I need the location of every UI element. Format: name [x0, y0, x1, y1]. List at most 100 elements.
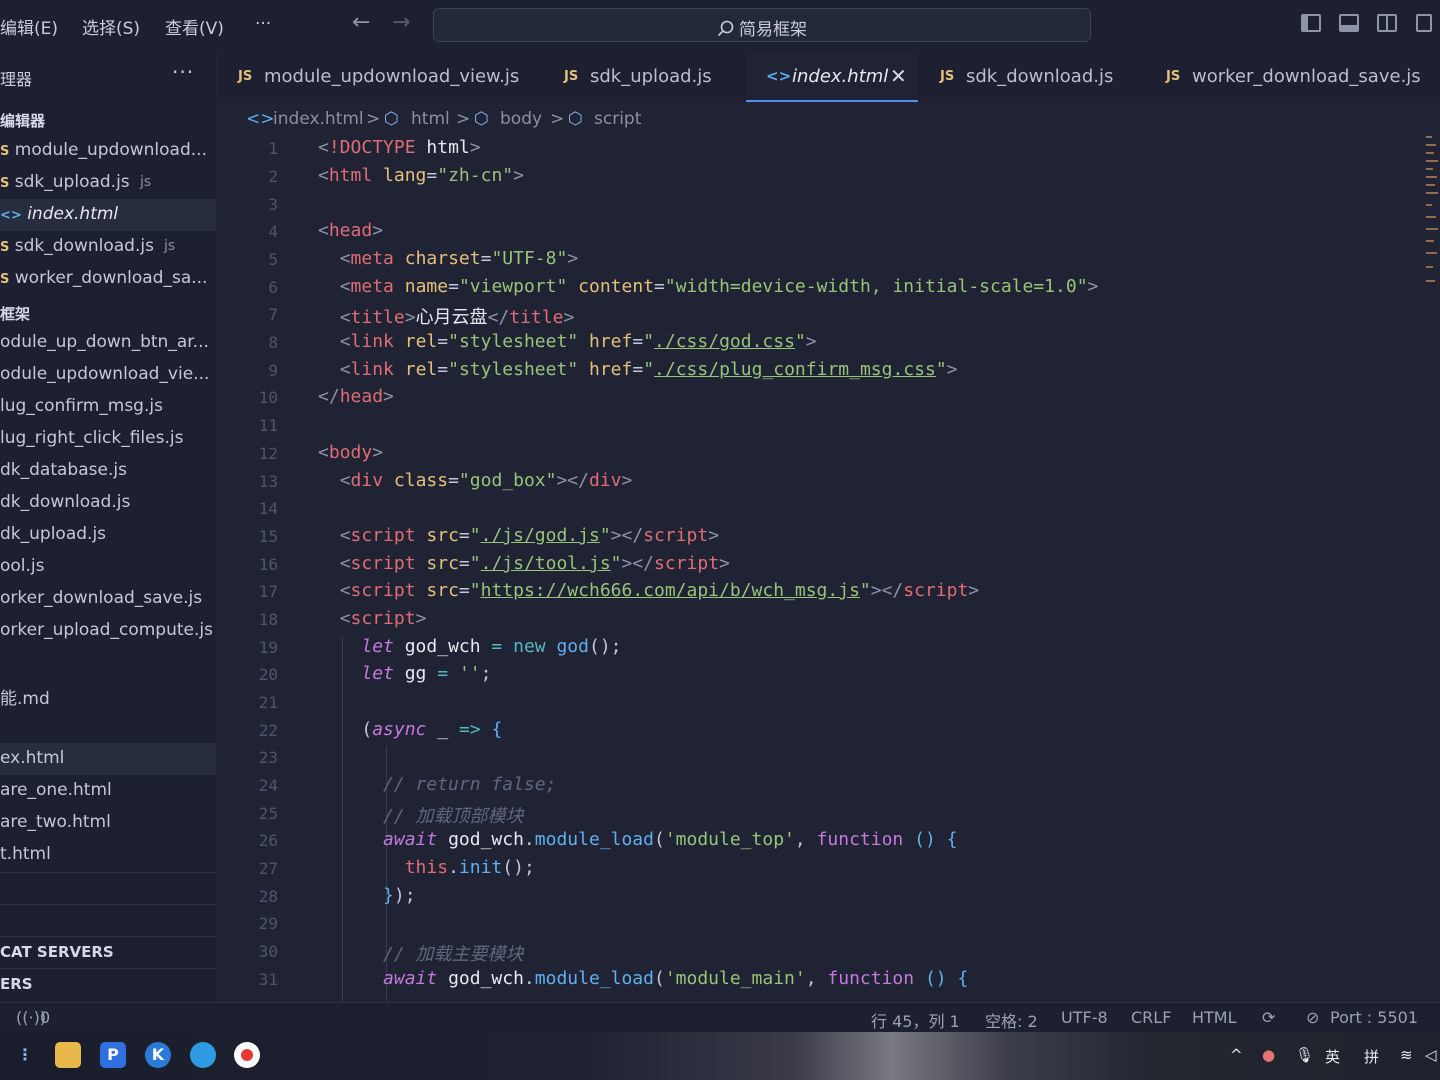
customize-layout-icon[interactable]: [1416, 14, 1432, 32]
menu-selection[interactable]: 选择(S): [82, 14, 140, 39]
file-item[interactable]: odule_updownload_vie...: [0, 359, 216, 391]
code-line: // return false;: [383, 774, 557, 795]
tab-module-updownload-view[interactable]: JS module_updownload_view.js: [218, 52, 538, 102]
tab-worker-download-save[interactable]: JS worker_download_save.js: [1146, 52, 1440, 102]
file-explorer-icon[interactable]: [55, 1042, 81, 1068]
no-entry-icon: ⊘: [1306, 1008, 1320, 1027]
line-number: 3: [268, 195, 278, 214]
file-item[interactable]: [0, 647, 216, 679]
record-icon[interactable]: [234, 1042, 260, 1068]
app-k-icon[interactable]: K: [145, 1042, 171, 1068]
line-number: 22: [258, 721, 278, 740]
app-p-icon[interactable]: P: [100, 1042, 126, 1068]
file-item[interactable]: lug_right_click_files.js: [0, 423, 216, 455]
minimap[interactable]: [1426, 134, 1438, 294]
file-item[interactable]: odule_up_down_btn_ar...: [0, 327, 216, 359]
breadcrumb-script[interactable]: script: [594, 109, 641, 129]
open-editor-item-active[interactable]: <> index.html: [0, 199, 216, 231]
close-tab-icon[interactable]: ✕: [890, 64, 907, 88]
file-item[interactable]: dk_database.js: [0, 455, 216, 487]
code-editor[interactable]: 1 2 3 4 5 6 7 8 9 10 11 12 13 14 15 16 1…: [218, 134, 1440, 1002]
volume-icon[interactable]: ◁: [1425, 1046, 1437, 1064]
html-file-icon: <>: [0, 208, 22, 223]
wifi-icon[interactable]: ≋: [1400, 1046, 1413, 1064]
tab-sdk-download[interactable]: JS sdk_download.js: [920, 52, 1142, 102]
file-item[interactable]: [0, 711, 216, 743]
js-file-icon: S: [0, 272, 10, 287]
explorer-more-icon[interactable]: ···: [172, 60, 194, 84]
microphone-icon[interactable]: 🎙: [1295, 1046, 1314, 1064]
tab-index-html[interactable]: <> index.html ✕: [746, 52, 918, 102]
open-editor-item[interactable]: S worker_download_sa...: [0, 263, 216, 295]
line-number: 21: [258, 693, 278, 712]
file-item[interactable]: orker_download_save.js: [0, 583, 216, 615]
open-editor-item[interactable]: S module_updownload...: [0, 135, 216, 167]
file-item[interactable]: dk_download.js: [0, 487, 216, 519]
menu-edit[interactable]: 编辑(E): [0, 14, 58, 39]
js-file-icon: JS: [564, 69, 579, 84]
menu-more[interactable]: ···: [255, 14, 271, 34]
toggle-sidebar-icon[interactable]: [1301, 14, 1321, 32]
folder-title[interactable]: 框架: [0, 303, 30, 324]
file-item[interactable]: orker_upload_compute.js: [0, 615, 216, 647]
ime-mode[interactable]: 拼: [1364, 1046, 1379, 1067]
vscode-window: 编辑(E) 选择(S) 查看(V) ··· ← → 简易框架 理器 ··· 编辑…: [0, 0, 1440, 1080]
file-item[interactable]: t.html: [0, 839, 216, 871]
line-number: 12: [258, 444, 278, 463]
open-editor-item[interactable]: S sdk_download.js js: [0, 231, 216, 263]
file-item[interactable]: lug_confirm_msg.js: [0, 391, 216, 423]
line-number: 9: [268, 361, 278, 380]
remote-count[interactable]: 0: [40, 1008, 50, 1027]
open-editor-item[interactable]: S sdk_upload.js js: [0, 167, 216, 199]
tray-app-icon[interactable]: ●: [1262, 1046, 1275, 1064]
language-mode[interactable]: HTML: [1192, 1008, 1237, 1027]
encoding[interactable]: UTF-8: [1061, 1008, 1108, 1027]
toggle-secondary-sidebar-icon[interactable]: [1377, 14, 1397, 32]
code-line: <meta name="viewport" content="width=dev…: [339, 276, 1099, 297]
file-item[interactable]: 能.md: [0, 679, 216, 711]
cube-icon: ⬡: [474, 109, 489, 129]
forward-arrow-icon[interactable]: →: [392, 10, 410, 35]
back-arrow-icon[interactable]: ←: [352, 10, 370, 35]
code-line: <script src="./js/tool.js"></script>: [339, 553, 730, 574]
code-line: <script>: [339, 608, 427, 629]
line-number: 29: [258, 914, 278, 933]
cursor-position[interactable]: 行 45，列 1: [871, 1008, 960, 1032]
open-editors-title[interactable]: 编辑器: [0, 110, 45, 131]
tomcat-servers-section[interactable]: CAT SERVERS: [0, 943, 114, 961]
toggle-panel-icon[interactable]: [1339, 14, 1359, 32]
live-server-port[interactable]: Port : 5501: [1330, 1008, 1418, 1027]
tab-sdk-upload[interactable]: JS sdk_upload.js: [544, 52, 744, 102]
file-item[interactable]: dk_upload.js: [0, 519, 216, 551]
file-item[interactable]: are_one.html: [0, 775, 216, 807]
js-file-icon: S: [0, 176, 10, 191]
line-number: 30: [258, 942, 278, 961]
cube-icon: ⬡: [568, 109, 583, 129]
menu-view[interactable]: 查看(V): [165, 14, 224, 39]
breadcrumb-body[interactable]: body: [500, 109, 542, 129]
search-icon: [717, 20, 734, 37]
end-of-line[interactable]: CRLF: [1131, 1008, 1171, 1027]
line-number: 1: [268, 139, 278, 158]
servers-section[interactable]: ERS: [0, 975, 33, 993]
line-number: 19: [258, 638, 278, 657]
sync-icon[interactable]: ⟳: [1262, 1008, 1275, 1027]
chevron-up-icon[interactable]: ^: [1230, 1046, 1243, 1064]
breadcrumb-html[interactable]: html: [411, 109, 450, 129]
indentation[interactable]: 空格: 2: [985, 1008, 1038, 1032]
ime-language[interactable]: 英: [1325, 1046, 1340, 1067]
command-center-search[interactable]: 简易框架: [433, 8, 1091, 42]
code-line: <body>: [318, 442, 384, 463]
browser-icon[interactable]: [190, 1042, 216, 1068]
code-line: this.init();: [404, 857, 535, 878]
file-item-selected[interactable]: ex.html: [0, 743, 216, 775]
file-item[interactable]: are_two.html: [0, 807, 216, 839]
breadcrumb-file[interactable]: index.html: [273, 109, 364, 129]
code-line: <title>心月云盘</title>: [339, 307, 575, 328]
line-number: 4: [268, 222, 278, 241]
file-item[interactable]: ool.js: [0, 551, 216, 583]
task-view-icon[interactable]: ⋮: [12, 1042, 38, 1068]
line-number: 31: [258, 970, 278, 989]
line-number: 23: [258, 748, 278, 767]
line-number: 5: [268, 250, 278, 269]
